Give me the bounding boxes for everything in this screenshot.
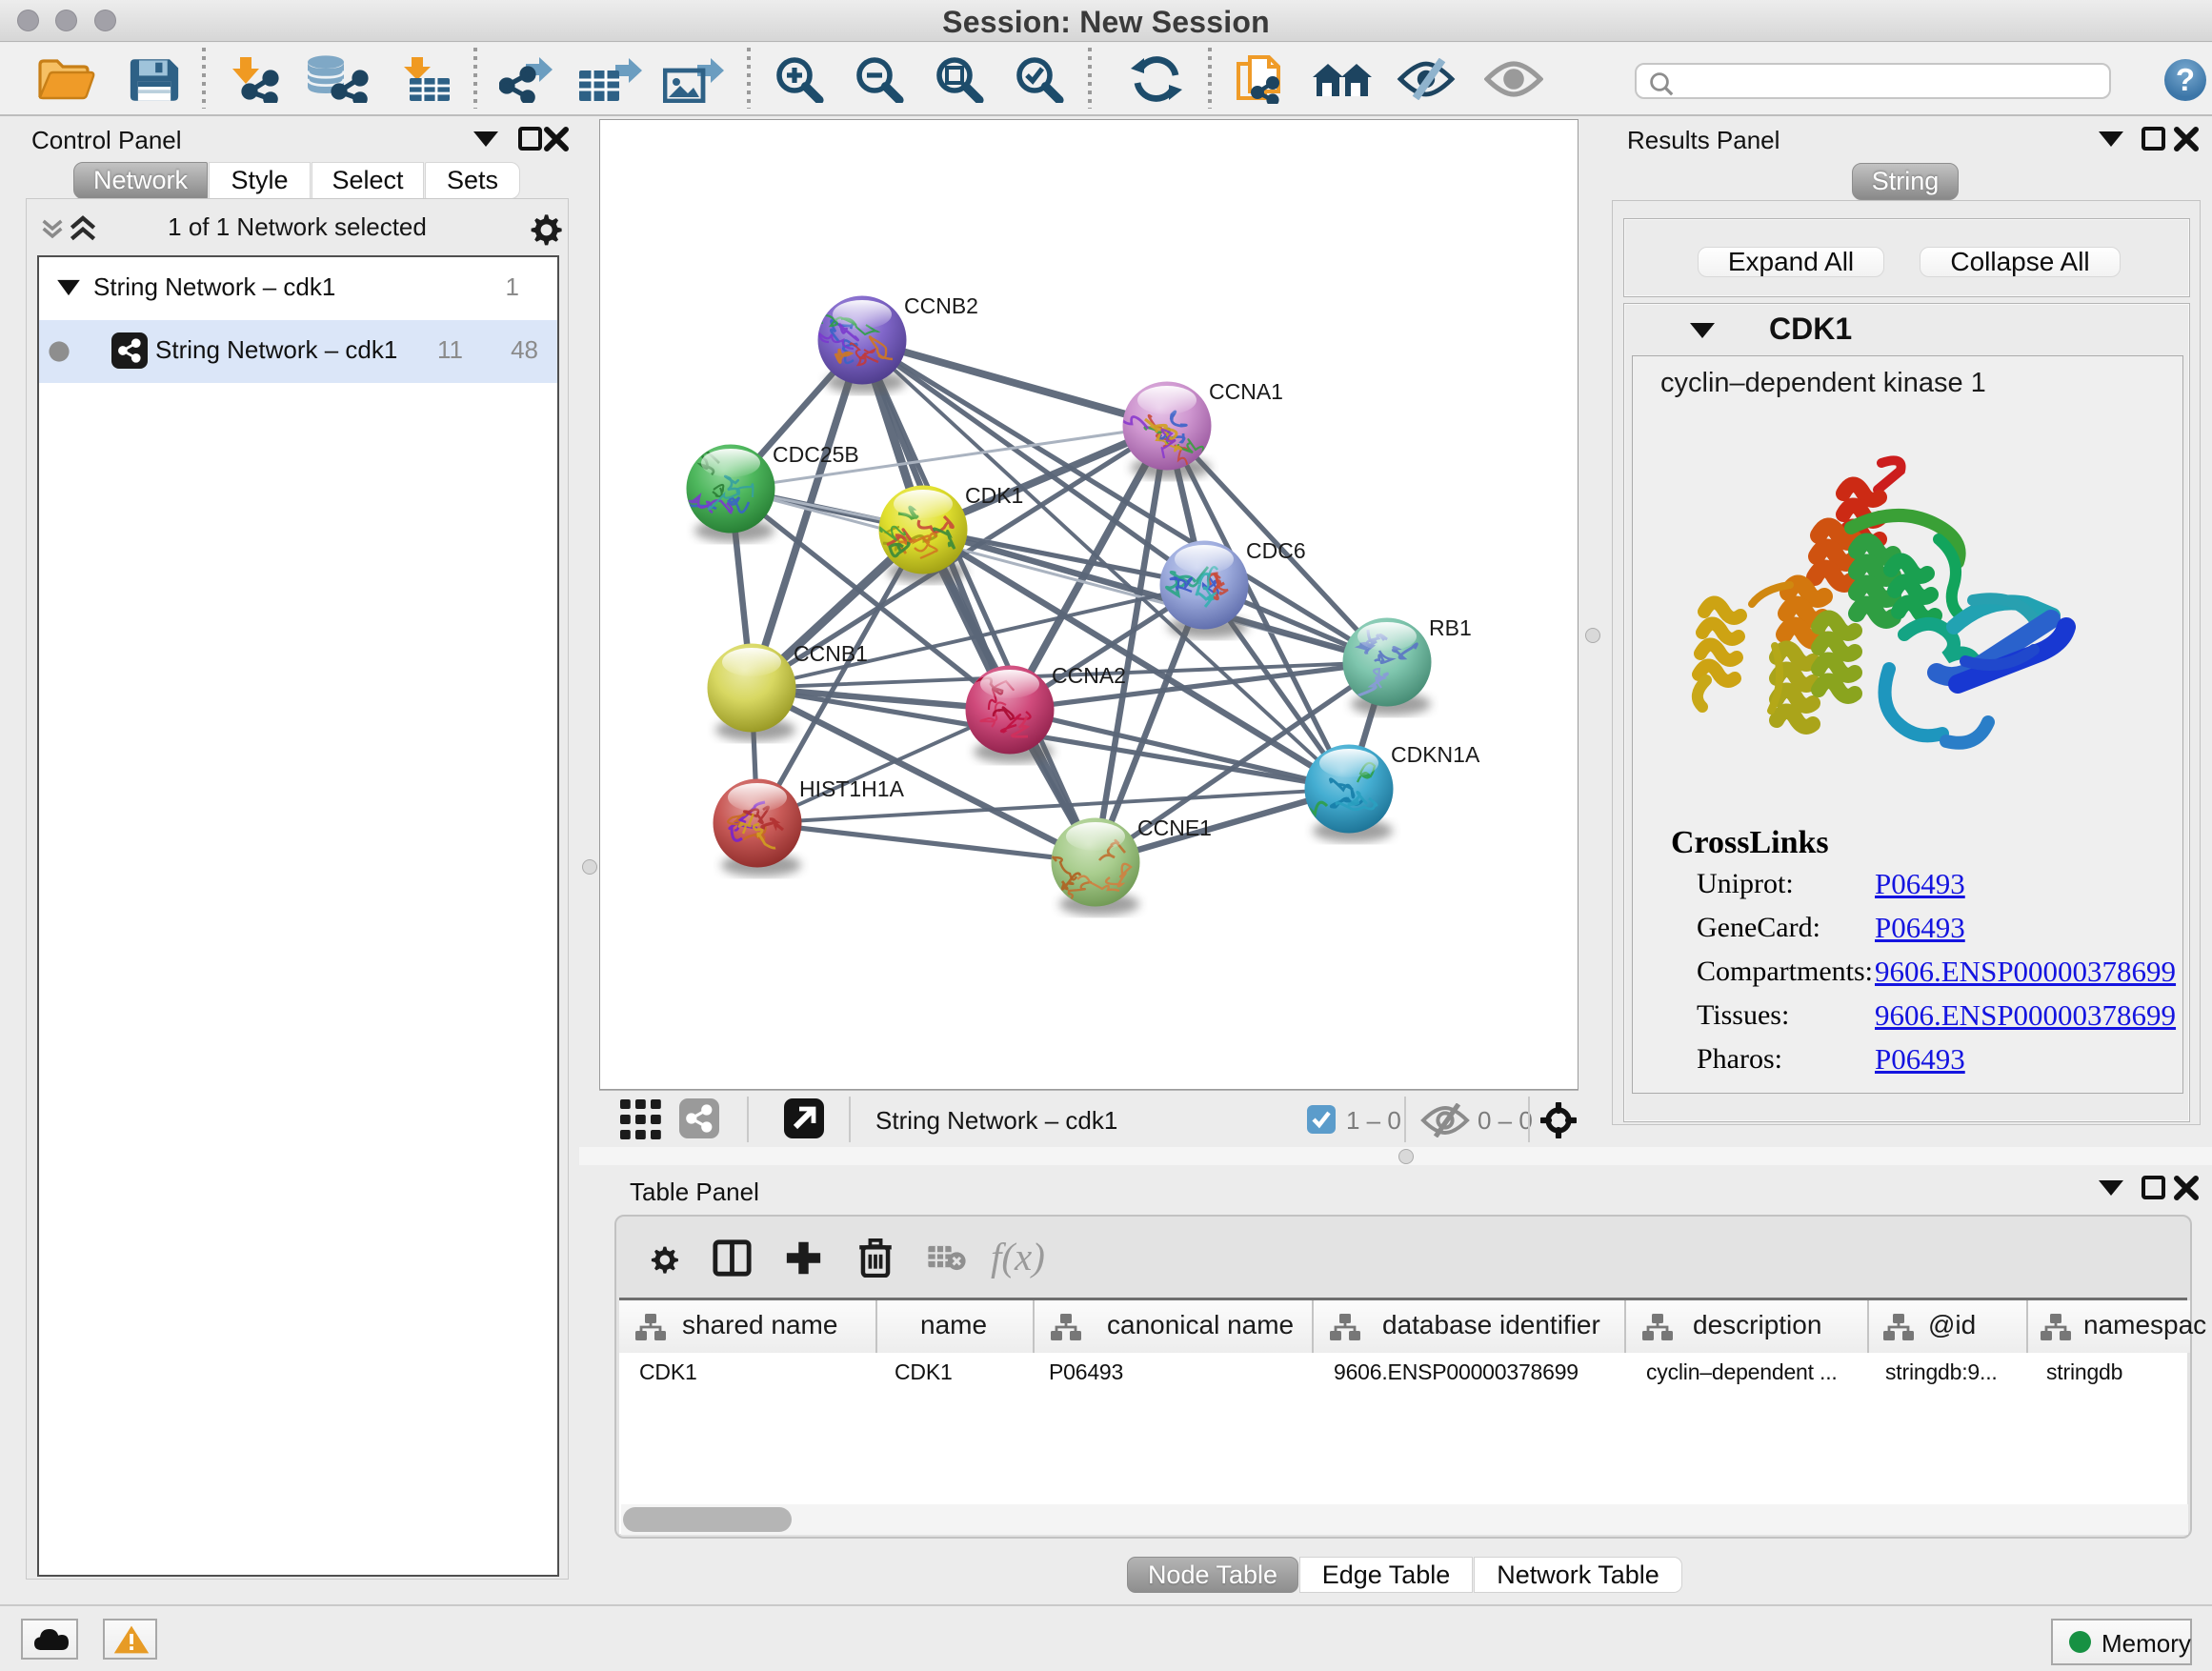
svg-text:CCNA2: CCNA2 [1052,663,1126,688]
svg-text:CDC25B: CDC25B [773,442,859,467]
svg-text:CDK1: CDK1 [965,483,1023,508]
svg-text:CCNA1: CCNA1 [1209,379,1283,404]
svg-text:CDKN1A: CDKN1A [1391,742,1480,767]
svg-text:CCNB1: CCNB1 [794,641,868,666]
svg-text:HIST1H1A: HIST1H1A [799,776,905,801]
svg-text:CCNE1: CCNE1 [1137,815,1212,840]
svg-text:RB1: RB1 [1429,615,1472,640]
svg-text:CDC6: CDC6 [1246,538,1306,563]
svg-text:CCNB2: CCNB2 [904,293,978,318]
